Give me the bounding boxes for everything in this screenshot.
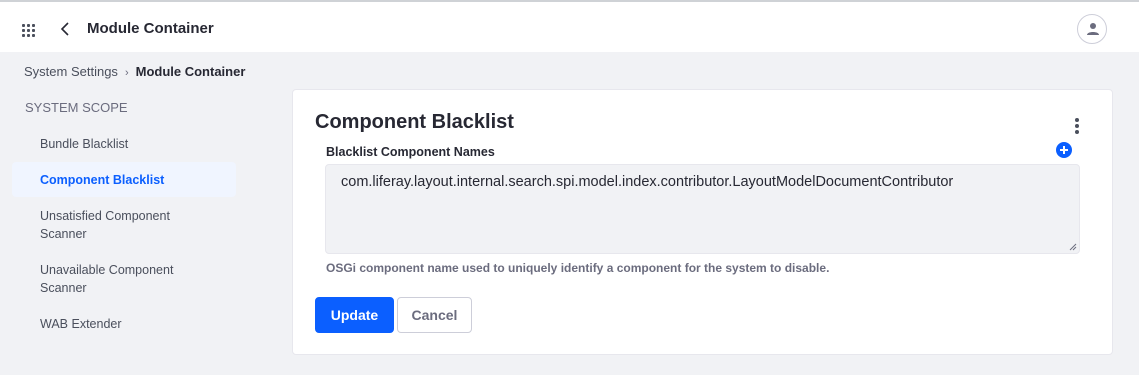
plus-circle-icon[interactable]	[1056, 142, 1072, 158]
breadcrumb-item-system-settings[interactable]: System Settings	[24, 64, 118, 79]
sidebar-item-component-blacklist[interactable]: Component Blacklist	[40, 171, 210, 189]
cancel-button[interactable]: Cancel	[397, 297, 472, 333]
sidebar-item-wab-extender[interactable]: WAB Extender	[40, 315, 210, 333]
sidebar-item-unsatisfied-component-scanner[interactable]: Unsatisfied Component Scanner	[40, 207, 190, 243]
update-button[interactable]: Update	[315, 297, 394, 333]
component-names-textarea[interactable]: com.liferay.layout.internal.search.spi.m…	[325, 164, 1080, 254]
page-title: Module Container	[87, 20, 214, 37]
form-title: Component Blacklist	[315, 111, 514, 133]
configuration-card: Component Blacklist Blacklist Component …	[292, 89, 1113, 355]
kebab-icon[interactable]	[1074, 118, 1080, 134]
field-label: Blacklist Component Names	[326, 145, 495, 159]
sidebar-item-unavailable-component-scanner[interactable]: Unavailable Component Scanner	[40, 261, 190, 297]
chevron-right-icon: ›	[124, 67, 129, 79]
top-bar: Module Container	[0, 0, 1139, 52]
breadcrumb: System Settings › Module Container	[24, 64, 245, 79]
breadcrumb-item-current: Module Container	[135, 64, 246, 79]
grid-icon[interactable]	[22, 24, 36, 38]
user-icon	[1087, 23, 1099, 35]
user-avatar-button[interactable]	[1077, 14, 1107, 44]
textarea-value: com.liferay.layout.internal.search.spi.m…	[341, 174, 954, 190]
sidebar-item-bundle-blacklist[interactable]: Bundle Blacklist	[40, 135, 210, 153]
field-help-text: OSGi component name used to uniquely ide…	[326, 261, 830, 275]
chevron-left-icon[interactable]	[59, 20, 73, 38]
resize-handle-icon[interactable]	[1069, 243, 1077, 251]
sidebar-scope-label: SYSTEM SCOPE	[25, 100, 128, 115]
